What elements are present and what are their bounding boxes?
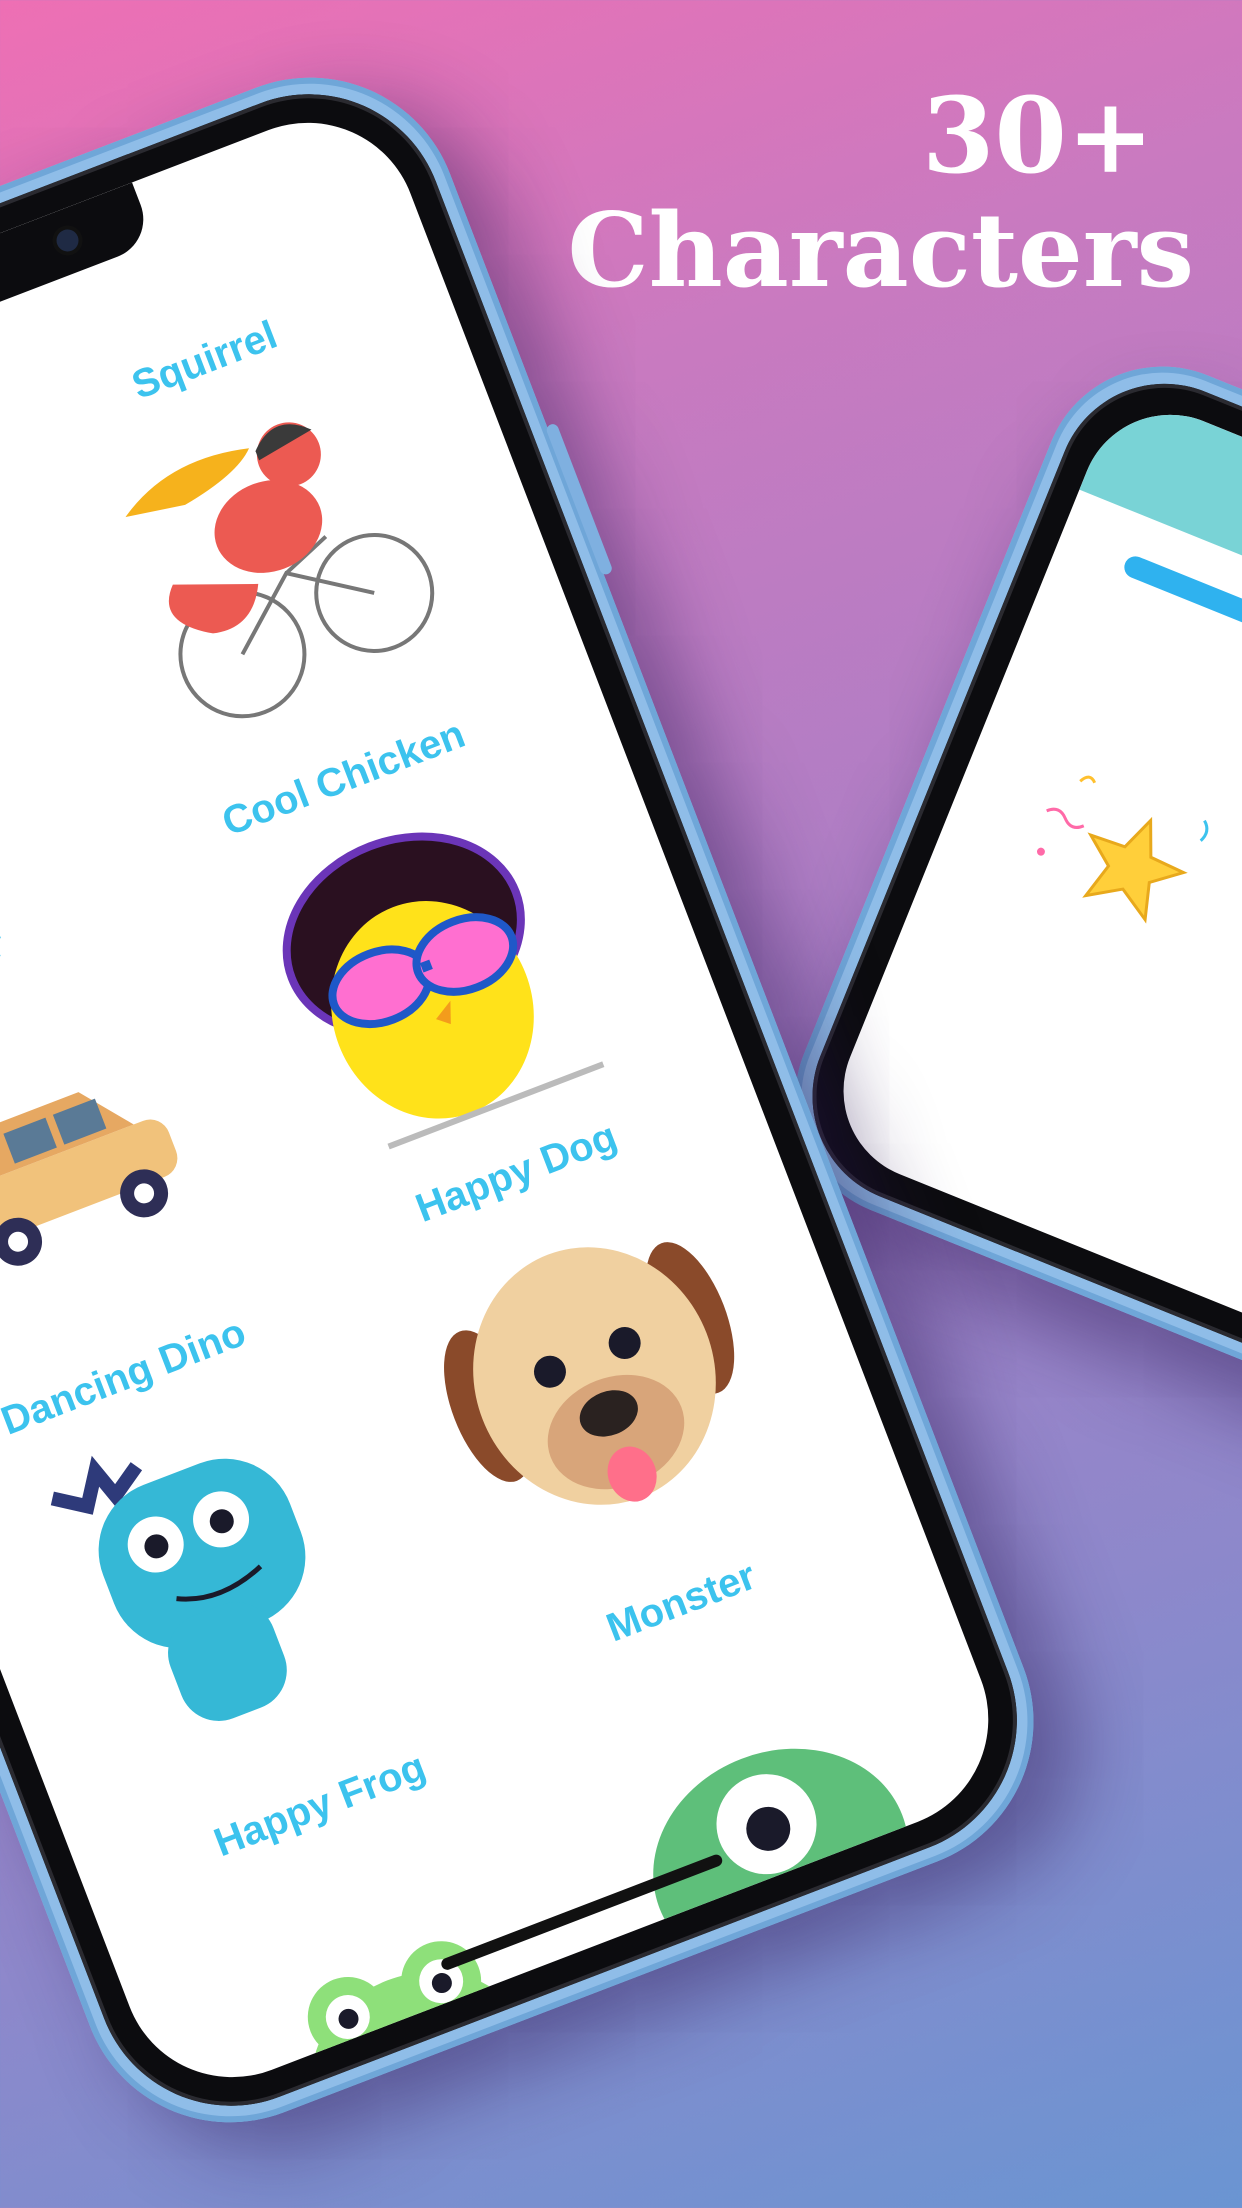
headline-title: Characters bbox=[567, 191, 1194, 312]
progress-bar bbox=[1121, 552, 1242, 656]
headline: 30+ Characters bbox=[567, 74, 1194, 312]
squirrel-bike-icon bbox=[125, 422, 435, 719]
cool-chicken-icon bbox=[282, 832, 605, 1150]
headline-count: 30+ bbox=[922, 74, 1154, 197]
top-bar bbox=[1079, 387, 1242, 742]
camera-icon bbox=[53, 226, 82, 255]
confetti-star-icon bbox=[1036, 775, 1209, 924]
car-icon bbox=[0, 1092, 178, 1266]
dino-icon bbox=[50, 1455, 306, 1721]
character-card-dancing-dino[interactable]: Dancing Dino bbox=[0, 1288, 444, 1816]
dog-icon bbox=[444, 1242, 735, 1505]
